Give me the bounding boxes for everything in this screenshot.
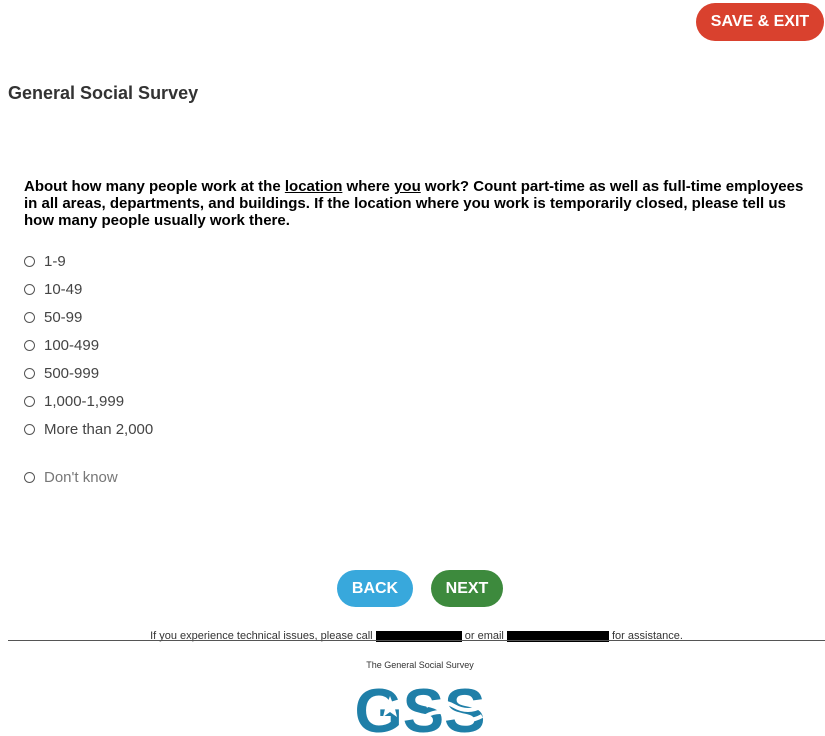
back-button[interactable]: BACK	[337, 570, 413, 607]
radio-button[interactable]	[24, 368, 35, 379]
option-label: 1,000-1,999	[44, 393, 125, 410]
option-10-49[interactable]: 10-49	[24, 281, 82, 298]
gss-logo-text: GSS	[355, 677, 486, 736]
survey-title: General Social Survey	[8, 83, 199, 103]
radio-button[interactable]	[24, 472, 35, 483]
question-emphasis-you: you	[394, 178, 421, 195]
option-500-999[interactable]: 500-999	[24, 365, 99, 382]
option-more-than-2000[interactable]: More than 2,000	[24, 421, 153, 438]
option-100-499[interactable]: 100-499	[24, 337, 99, 354]
question-part: About how many people work at the	[24, 178, 285, 195]
option-label: 10-49	[44, 281, 83, 298]
question-emphasis-location: location	[284, 178, 343, 195]
option-label: 100-499	[44, 337, 100, 354]
radio-button[interactable]	[24, 284, 35, 295]
option-label: Don't know	[44, 469, 118, 486]
option-50-99[interactable]: 50-99	[24, 309, 82, 326]
question-part: where	[342, 178, 395, 195]
option-label: More than 2,000	[44, 421, 154, 438]
radio-button[interactable]	[24, 424, 35, 435]
option-label: 1-9	[44, 253, 66, 270]
option-label: 500-999	[44, 365, 100, 382]
footer-divider	[8, 640, 825, 641]
gss-caption: The General Social Survey	[366, 660, 474, 670]
save-exit-button[interactable]: SAVE & EXIT	[696, 3, 824, 41]
question-text: About how many people work at the locati…	[24, 178, 804, 229]
next-button[interactable]: NEXT	[431, 570, 503, 607]
radio-button[interactable]	[24, 340, 35, 351]
radio-button[interactable]	[24, 312, 35, 323]
option-dont-know[interactable]: Don't know	[24, 469, 118, 486]
option-1-9[interactable]: 1-9	[24, 253, 66, 270]
radio-button[interactable]	[24, 256, 35, 267]
option-label: 50-99	[44, 309, 83, 326]
gss-logo: GSS	[355, 677, 486, 736]
option-1000-1999[interactable]: 1,000-1,999	[24, 393, 124, 410]
radio-button[interactable]	[24, 396, 35, 407]
